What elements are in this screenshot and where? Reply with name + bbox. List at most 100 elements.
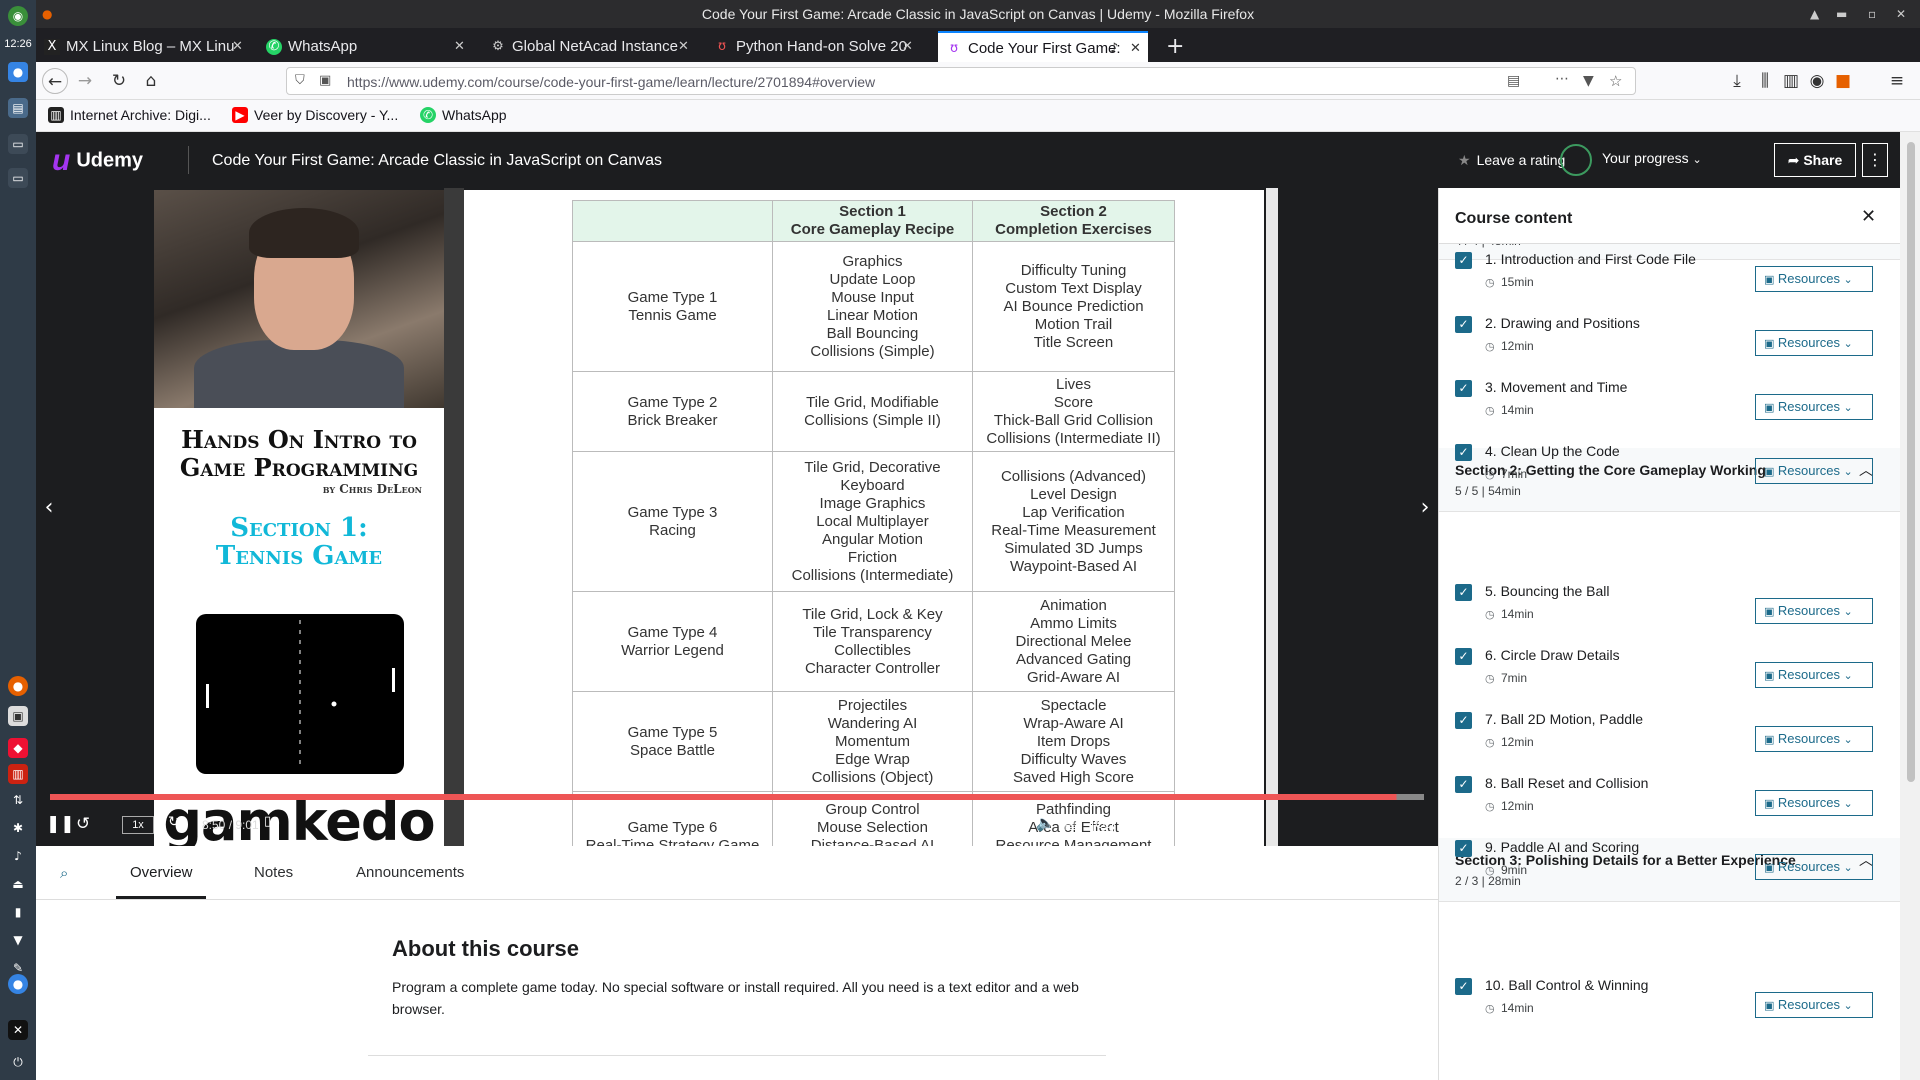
desktop2-taskbar-icon[interactable]: ▭ bbox=[8, 168, 28, 188]
resources-button[interactable]: ▣ Resources ⌄ bbox=[1755, 662, 1873, 688]
url-text[interactable]: https://www.udemy.com/course/code-your-f… bbox=[347, 74, 875, 90]
lecture-title[interactable]: 3. Movement and Time bbox=[1485, 379, 1627, 395]
udemy-logo[interactable]: u Udemy bbox=[52, 144, 143, 178]
desktop-taskbar-icon[interactable]: ▭ bbox=[8, 134, 28, 154]
tab-code-your-first-game[interactable]: ʊ Code Your First Game: ♪ ✕ bbox=[938, 31, 1148, 62]
power-icon[interactable]: ⏻ bbox=[8, 1052, 28, 1072]
course-title[interactable]: Code Your First Game: Arcade Classic in … bbox=[212, 152, 662, 170]
lecture-item[interactable]: ✓ 4. Clean Up the Code ◷ 7min ▣ Resources ⌄ bbox=[1439, 432, 1900, 496]
volume-icon[interactable]: ♪ bbox=[8, 846, 28, 866]
new-tab-button[interactable]: + bbox=[1156, 31, 1192, 62]
tab-overview[interactable]: Overview bbox=[130, 864, 193, 881]
account-icon[interactable]: ◉ bbox=[1804, 68, 1830, 94]
close-window-button[interactable]: ✕ bbox=[1896, 0, 1906, 28]
close-tab-icon[interactable]: ✕ bbox=[678, 40, 689, 54]
page-actions-icon[interactable]: ⋯ bbox=[1555, 71, 1569, 87]
reader-view-icon[interactable]: ▤ bbox=[1507, 73, 1520, 89]
captions-button[interactable]: CC bbox=[1092, 817, 1114, 832]
file-manager-icon[interactable]: ▣ bbox=[8, 706, 28, 726]
app-launcher-icon[interactable]: ▥ bbox=[8, 764, 28, 784]
firefox-launcher-icon[interactable]: ● bbox=[8, 676, 28, 696]
forward-button[interactable]: → bbox=[72, 68, 98, 94]
leave-rating-button[interactable]: ★ Leave a rating bbox=[1458, 152, 1565, 169]
bookmark-whatsapp[interactable]: ✆ WhatsApp bbox=[420, 107, 507, 123]
active-app-icon[interactable]: ● bbox=[8, 974, 28, 994]
close-tab-icon[interactable]: ✕ bbox=[902, 40, 913, 54]
resources-button[interactable]: ▣ Resources ⌄ bbox=[1755, 598, 1873, 624]
page-scrollbar[interactable] bbox=[1900, 132, 1920, 1080]
maximize-button[interactable]: ▫ bbox=[1868, 0, 1876, 28]
fullscreen-button[interactable]: ⤢ bbox=[1156, 814, 1170, 834]
resources-button[interactable]: ▣ Resources ⌄ bbox=[1755, 266, 1873, 292]
lecture-title[interactable]: 6. Circle Draw Details bbox=[1485, 647, 1620, 663]
lecture-item[interactable]: ✓ 10. Ball Control & Winning ◷ 14min ▣ Resou… bbox=[1439, 966, 1900, 1030]
completed-checkbox[interactable]: ✓ bbox=[1455, 840, 1472, 857]
bookmark-star-icon[interactable]: ☆ bbox=[1609, 72, 1622, 90]
settings-gear-icon[interactable]: ⚙ bbox=[1126, 814, 1141, 834]
lecture-item[interactable]: ✓ 5. Bouncing the Ball ◷ 14min ▣ Resources ⌄ bbox=[1439, 572, 1900, 636]
lecture-title[interactable]: 4. Clean Up the Code bbox=[1485, 443, 1620, 459]
tab-python-udemy[interactable]: ʊ Python Hand-on Solve 20 ✕ bbox=[706, 31, 920, 62]
close-sidebar-icon[interactable]: ✕ bbox=[1861, 206, 1876, 227]
close-tab-icon[interactable]: ✕ bbox=[454, 40, 465, 54]
tab-whatsapp[interactable]: ✆ WhatsApp ✕ bbox=[258, 31, 472, 62]
tab-mx-linux[interactable]: X MX Linux Blog – MX Linu ✕ bbox=[36, 31, 250, 62]
firefox-taskbar-icon[interactable]: ● bbox=[8, 62, 28, 82]
bookmark-button[interactable]: ▯ bbox=[264, 814, 271, 829]
bookmark-internet-archive[interactable]: ▥ Internet Archive: Digi... bbox=[48, 107, 211, 123]
transcript-button[interactable]: ▤ bbox=[1064, 814, 1078, 832]
previous-lecture-button[interactable]: ‹ bbox=[36, 488, 62, 528]
next-lecture-button[interactable]: › bbox=[1412, 488, 1438, 528]
lecture-title[interactable]: 8. Ball Reset and Collision bbox=[1485, 775, 1648, 791]
pocket-icon[interactable]: ▼ bbox=[1583, 73, 1594, 89]
eject-icon[interactable]: ⏏ bbox=[8, 874, 28, 894]
tracking-shield-icon[interactable]: ⛉ bbox=[295, 73, 305, 88]
lecture-item[interactable]: ✓ 2. Drawing and Positions ◷ 12min ▣ Resourc… bbox=[1439, 304, 1900, 368]
library-icon[interactable]: ⫼ bbox=[1752, 68, 1778, 94]
hamburger-menu-icon[interactable]: ≡ bbox=[1884, 68, 1910, 94]
mx-logo-icon[interactable]: ✕ bbox=[8, 1020, 28, 1040]
resources-button[interactable]: ▣ Resources ⌄ bbox=[1755, 854, 1873, 880]
anydesk-icon[interactable]: ◆ bbox=[8, 738, 28, 758]
completed-checkbox[interactable]: ✓ bbox=[1455, 584, 1472, 601]
sidebar-toggle-icon[interactable]: ▥ bbox=[1778, 68, 1804, 94]
lecture-title[interactable]: 5. Bouncing the Ball bbox=[1485, 583, 1610, 599]
resources-button[interactable]: ▣ Resources ⌄ bbox=[1755, 790, 1873, 816]
files-taskbar-icon[interactable]: ▤ bbox=[8, 98, 28, 118]
volume-button[interactable]: 🔈 bbox=[1036, 814, 1055, 832]
tab-announcements[interactable]: Announcements bbox=[356, 864, 464, 881]
start-menu-icon[interactable]: ◉ bbox=[8, 6, 28, 26]
playback-speed-button[interactable]: 1x bbox=[122, 816, 154, 834]
completed-checkbox[interactable]: ✓ bbox=[1455, 252, 1472, 269]
resources-button[interactable]: ▣ Resources ⌄ bbox=[1755, 726, 1873, 752]
video-player[interactable]: Hands On Intro to Game Programming by Ch… bbox=[36, 188, 1438, 846]
resources-button[interactable]: ▣ Resources ⌄ bbox=[1755, 394, 1873, 420]
bookmark-veer[interactable]: ▶ Veer by Discovery - Y... bbox=[232, 107, 398, 123]
close-tab-icon[interactable]: ✕ bbox=[1130, 42, 1141, 56]
expand-view-button[interactable]: ⇔ bbox=[1184, 814, 1198, 834]
completed-checkbox[interactable]: ✓ bbox=[1455, 648, 1472, 665]
url-bar[interactable]: ⛉ ▣ https://www.udemy.com/course/code-yo… bbox=[286, 67, 1636, 95]
shield-icon[interactable]: ▼ bbox=[8, 930, 28, 950]
resources-button[interactable]: ▣ Resources ⌄ bbox=[1755, 458, 1873, 484]
window-shade-button[interactable]: ▲ bbox=[1810, 0, 1819, 28]
lecture-item[interactable]: ✓ 6. Circle Draw Details ◷ 7min ▣ Resources … bbox=[1439, 636, 1900, 700]
downloads-icon[interactable]: ⤓ bbox=[1724, 68, 1750, 94]
search-icon[interactable]: ⌕ bbox=[60, 864, 68, 882]
lecture-title[interactable]: 9. Paddle AI and Scoring bbox=[1485, 839, 1639, 855]
lecture-title[interactable]: 1. Introduction and First Code File bbox=[1485, 251, 1696, 267]
lock-icon[interactable]: ▣ bbox=[319, 73, 331, 88]
battery-icon[interactable]: ▮ bbox=[8, 902, 28, 922]
lecture-title[interactable]: 7. Ball 2D Motion, Paddle bbox=[1485, 711, 1643, 727]
lecture-item[interactable]: ✓ 8. Ball Reset and Collision ◷ 12min ▣ Reso… bbox=[1439, 764, 1900, 828]
scrollbar-thumb[interactable] bbox=[1907, 142, 1915, 782]
close-tab-icon[interactable]: ✕ bbox=[232, 40, 243, 54]
more-options-button[interactable]: ⋮ bbox=[1862, 143, 1888, 177]
lecture-title[interactable]: 10. Ball Control & Winning bbox=[1485, 977, 1648, 993]
pause-button[interactable]: ❚❚ bbox=[46, 814, 75, 834]
your-progress-button[interactable]: Your progress ⌄ bbox=[1560, 144, 1702, 176]
tab-netacad[interactable]: ⚙ Global NetAcad Instance ✕ bbox=[482, 31, 696, 62]
back-button[interactable]: ← bbox=[42, 68, 68, 94]
share-button[interactable]: ➦ Share bbox=[1774, 143, 1856, 177]
completed-checkbox[interactable]: ✓ bbox=[1455, 776, 1472, 793]
